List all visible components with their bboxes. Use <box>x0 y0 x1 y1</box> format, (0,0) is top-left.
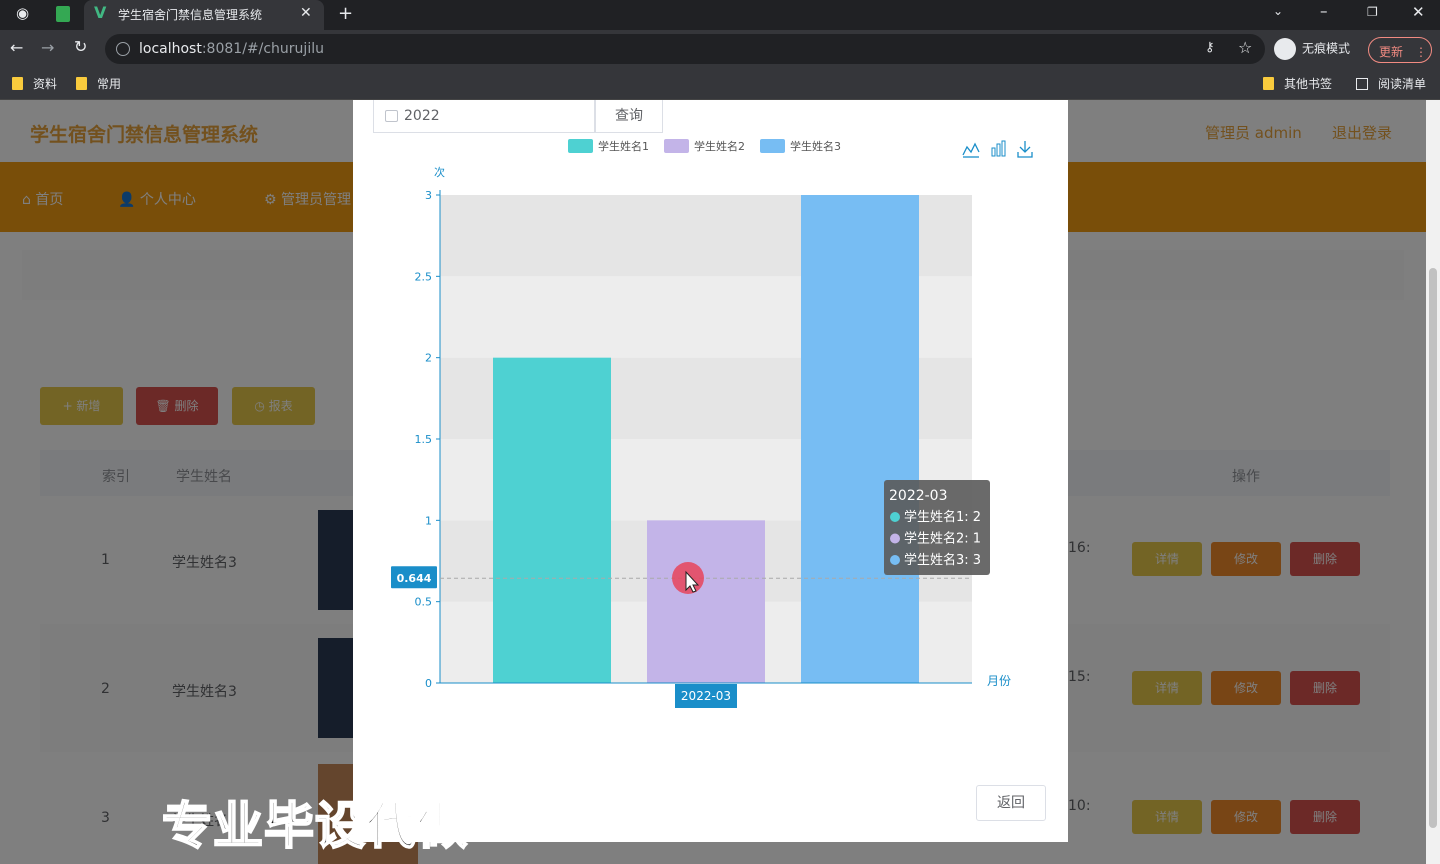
y-tick-label: 3 <box>425 189 432 202</box>
tooltip-line: 学生姓名1: 2 <box>904 509 981 525</box>
tooltip-marker <box>890 512 900 522</box>
forward-icon[interactable]: → <box>41 40 54 56</box>
y-tick-label: 1 <box>425 514 432 527</box>
app-tab-icon[interactable] <box>56 6 70 22</box>
y-axis-title: 次 <box>434 165 445 179</box>
bookmark-item-ziliao[interactable]: 资料 <box>12 75 57 92</box>
address-bar[interactable]: localhost:8081/#/churujilu ⚷ ☆ <box>105 34 1265 64</box>
incognito-indicator[interactable]: 无痕模式 <box>1274 38 1350 62</box>
bar <box>801 195 919 683</box>
folder-icon <box>12 77 23 90</box>
browser-tab-bar: ◉ V 学生宿舍门禁信息管理系统 ✕ + ⌄ – ❐ ✕ <box>0 0 1440 30</box>
restore-icon[interactable]: ❐ <box>1367 6 1378 18</box>
chart-legend: 学生姓名1 学生姓名2 学生姓名3 <box>568 139 841 153</box>
y-tick-label: 0.5 <box>415 596 433 609</box>
scrollbar-thumb[interactable] <box>1429 268 1437 828</box>
tab-search-icon[interactable]: ⌄ <box>1273 5 1283 17</box>
tooltip-title: 2022-03 <box>889 488 948 504</box>
close-window-icon[interactable]: ✕ <box>1412 5 1425 20</box>
watermark-text: 专业毕设代做 <box>161 796 468 856</box>
line-chart-switch-icon <box>962 142 980 156</box>
password-key-icon[interactable]: ⚷ <box>1205 40 1215 55</box>
more-menu-icon: ⋮ <box>1415 45 1428 59</box>
y-tick-label: 2.5 <box>415 270 433 283</box>
legend-label: 学生姓名2 <box>694 139 745 153</box>
bar-chart: 学生姓名1 学生姓名2 学生姓名3 0 0.5 1 1.5 2 2.5 3次月份 0.644 202… <box>391 139 1033 708</box>
tab-title: 学生宿舍门禁信息管理系统 <box>118 8 263 22</box>
y-tick-label: 0 <box>425 677 432 690</box>
address-bar-row: ← → ↻ localhost:8081/#/churujilu ⚷ ☆ 无痕模… <box>0 30 1440 68</box>
bookmarks-bar: 资料 常用 其他书签 阅读清单 <box>0 68 1440 100</box>
tooltip-marker <box>890 533 900 544</box>
bar <box>493 357 611 683</box>
legend-swatch <box>568 139 593 153</box>
folder-icon <box>76 77 87 90</box>
back-icon[interactable]: ← <box>10 40 23 56</box>
report-dialog: 2022 查询 学生姓名1 学生姓名2 学生姓名3 0 0.5 1 1.5 2 2.5 3 次月份… <box>353 100 1068 842</box>
reading-list-icon <box>1356 78 1368 90</box>
new-tab-icon[interactable]: + <box>338 5 353 23</box>
axis-pointer-value: 0.644 <box>397 572 432 585</box>
download-icon <box>1017 141 1033 158</box>
y-tick-label: 2 <box>425 352 432 365</box>
axis-pointer-category: 2022-03 <box>681 689 731 703</box>
y-tick-label: 1.5 <box>415 433 433 446</box>
page-scrollbar[interactable] <box>1426 100 1440 864</box>
x-axis-title: 月份 <box>987 674 1011 688</box>
legend-label: 学生姓名1 <box>598 139 649 153</box>
bar <box>647 520 765 683</box>
legend-label: 学生姓名3 <box>790 139 841 153</box>
bar-chart-switch-icon <box>991 140 1006 157</box>
site-info-icon[interactable] <box>116 42 130 56</box>
legend-swatch <box>760 139 785 153</box>
legend-swatch <box>664 139 689 153</box>
reading-list[interactable]: 阅读清单 <box>1356 75 1426 92</box>
folder-icon <box>1263 77 1274 90</box>
return-button[interactable]: 返回 <box>976 785 1046 821</box>
tooltip-line: 学生姓名2: 1 <box>904 531 981 547</box>
vue-icon: V <box>94 3 107 22</box>
toolbox[interactable] <box>962 140 1033 158</box>
update-button[interactable]: 更新 ⋮ <box>1368 37 1432 63</box>
bookmark-item-other[interactable]: 其他书签 <box>1263 75 1332 92</box>
browser-menu-icon[interactable]: ◉ <box>16 6 29 21</box>
active-tab[interactable]: V 学生宿舍门禁信息管理系统 ✕ <box>84 0 324 30</box>
reload-icon[interactable]: ↻ <box>74 39 87 55</box>
minimize-icon[interactable]: – <box>1320 4 1328 19</box>
tooltip-line: 学生姓名3: 3 <box>904 552 981 568</box>
plot-area: 0 0.5 1 1.5 2 2.5 3次月份 0.644 2022-03 2022-03 学生姓名1… <box>391 165 1011 708</box>
incognito-icon <box>1274 38 1296 60</box>
tab-close-icon[interactable]: ✕ <box>300 5 312 21</box>
tooltip-marker <box>890 555 900 565</box>
bookmark-item-changyong[interactable]: 常用 <box>76 75 121 92</box>
url-text: localhost:8081/#/churujilu <box>139 41 324 57</box>
bookmark-star-icon[interactable]: ☆ <box>1238 38 1252 57</box>
